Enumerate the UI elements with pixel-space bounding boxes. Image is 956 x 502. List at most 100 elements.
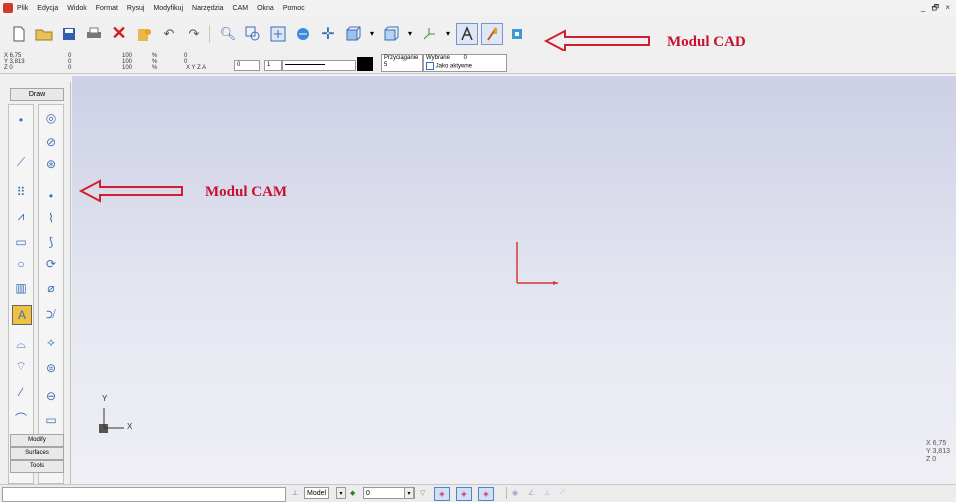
snap-field[interactable]: Przyciąganie 5 — [381, 54, 423, 72]
snap-ortho-icon[interactable]: ◈ — [456, 487, 472, 501]
menu-modify[interactable]: Modyfikuj — [153, 5, 183, 12]
draw-tab[interactable]: Draw — [10, 88, 64, 101]
ucs-x-label: X — [127, 422, 133, 431]
menu-tools[interactable]: Narzędzia — [192, 5, 224, 12]
perpendicular-icon[interactable]: ⊥ — [544, 487, 550, 499]
facing-icon[interactable]: • — [42, 187, 60, 205]
extrude-icon[interactable]: ⌒ — [12, 409, 30, 427]
snap-polar-icon[interactable]: ◈ — [478, 487, 494, 501]
menu-edit[interactable]: Edycja — [37, 5, 58, 12]
property-bar: X 6,75 Y 3,813 Z 0 0 0 0 100 100 100 % %… — [0, 51, 956, 74]
cad-module-icon[interactable] — [456, 22, 478, 45]
post-process-icon[interactable]: ▭ — [42, 411, 60, 429]
shading-dropdown-icon[interactable]: ▾ — [405, 23, 415, 45]
cad-tools-column: • ⟋ ⠿ ⩘ ▭ ○ ▥ A ⌓ ⌔ ∕ ⌒ — [8, 104, 34, 484]
zoom-window-icon[interactable] — [242, 23, 264, 45]
as-active-label: Jako aktywne — [435, 63, 473, 70]
toolpath-icon[interactable]: ⊜ — [42, 359, 60, 377]
rectangle-icon[interactable]: ▭ — [12, 233, 30, 251]
command-line-input[interactable] — [2, 487, 286, 502]
redo-icon[interactable]: ↷ — [183, 23, 205, 45]
paste-icon[interactable] — [133, 23, 155, 45]
shading-icon[interactable] — [380, 23, 402, 45]
contour-icon[interactable]: ⊘ — [42, 133, 60, 151]
main-toolbar: ✕ ↶ ↷ 🔍︎ ✛ ▾ ▾ ▾ — [0, 16, 956, 51]
finishing-icon[interactable]: ⟆ — [42, 233, 60, 251]
menu-file[interactable]: Plik — [17, 5, 28, 12]
menu-view[interactable]: Widok — [67, 5, 86, 12]
as-active-checkbox[interactable] — [426, 62, 434, 70]
line-icon[interactable]: ⟋ — [12, 153, 30, 171]
status-bar: ⊥ Model ▾ ◆ 0 ▾ ▽ ◈ ◈ ◈ ◉ ∠ ⊥ ⟋ — [0, 484, 956, 502]
filter-icon[interactable]: ▽ — [420, 487, 425, 499]
viewport-coord-x: X 6,75 — [925, 440, 947, 447]
model-dropdown-arrow-icon[interactable]: ▾ — [336, 487, 346, 499]
undo-icon[interactable]: ↶ — [158, 23, 180, 45]
cam-module-icon[interactable] — [481, 22, 503, 45]
menu-windows[interactable]: Okna — [257, 5, 274, 12]
pan-icon[interactable]: ✛ — [317, 23, 339, 45]
viewport-coordinates: X 6,75 Y 3,813 Z 0 — [926, 440, 950, 464]
line-type-select[interactable] — [282, 60, 356, 71]
zoom-extents-icon[interactable] — [267, 23, 289, 45]
scale-pct-3[interactable]: 100 — [122, 65, 132, 71]
osnap-icon[interactable]: ◉ — [512, 487, 518, 499]
module-switch-icon[interactable] — [506, 23, 528, 45]
pocket-icon[interactable]: ⊛ — [42, 155, 60, 173]
loft-icon[interactable]: ⌔ — [12, 357, 30, 375]
print-icon[interactable] — [83, 23, 105, 45]
slot-icon[interactable]: ⟉ — [42, 305, 60, 323]
layer-field[interactable]: 0 — [234, 60, 260, 71]
snap-value: 5 — [384, 62, 388, 68]
polyline-icon[interactable]: ⠿ — [12, 183, 30, 201]
spline-icon[interactable]: ⩘ — [12, 207, 30, 225]
model-space-icon[interactable]: ⊥ — [292, 487, 298, 499]
delete-icon[interactable]: ✕ — [108, 23, 130, 45]
tools-tab[interactable]: Tools — [10, 460, 64, 473]
app-logo-icon[interactable] — [3, 3, 13, 13]
rotate-view-icon[interactable] — [292, 23, 314, 45]
window-controls[interactable]: _ 🗗 × — [921, 2, 952, 16]
view-dropdown-icon[interactable]: ▾ — [367, 23, 377, 45]
line-width-select[interactable]: 1 — [264, 60, 282, 71]
angle-icon[interactable]: ∠ — [528, 487, 534, 499]
selected-field[interactable]: Wybrane 0 Jako aktywne — [423, 54, 507, 72]
circle-icon[interactable]: ○ — [12, 255, 30, 273]
ucs-icon[interactable] — [418, 23, 440, 45]
menu-cam[interactable]: CAM — [233, 5, 249, 12]
menu-format[interactable]: Format — [96, 5, 118, 12]
layer-dropdown-arrow-icon[interactable]: ▾ — [404, 487, 414, 499]
sweep-icon[interactable]: ∕ — [12, 383, 30, 401]
rotation-value-2[interactable]: 0 — [184, 53, 187, 59]
zoom-in-icon[interactable]: 🔍︎ — [217, 23, 239, 45]
axis-lock-labels[interactable]: X Y Z A — [186, 65, 206, 71]
modify-tab[interactable]: Modify — [10, 434, 64, 447]
thread-icon[interactable]: ⟡ — [42, 333, 60, 351]
model-dropdown[interactable]: Model — [304, 487, 330, 499]
open-folder-icon[interactable] — [33, 23, 55, 45]
line-weight-3[interactable]: 0 — [68, 65, 71, 71]
new-file-icon[interactable] — [8, 23, 30, 45]
surfaces-tab[interactable]: Surfaces — [10, 447, 64, 460]
tangent-icon[interactable]: ⟋ — [560, 487, 565, 499]
layer-status-icon[interactable]: ◆ — [350, 487, 355, 499]
chamfer-icon[interactable]: ⌀ — [42, 279, 60, 297]
drill-icon[interactable]: ◎ — [42, 109, 60, 127]
menu-draw[interactable]: Rysuj — [127, 5, 145, 12]
hatch-icon[interactable]: ▥ — [12, 279, 30, 297]
roughing-icon[interactable]: ⌇ — [42, 209, 60, 227]
simulate-icon[interactable]: ⊖ — [42, 387, 60, 405]
text-icon[interactable]: A — [12, 305, 32, 325]
snap-grid-icon[interactable]: ◈ — [434, 487, 450, 501]
menu-bar: Plik Edycja Widok Format Rysuj Modyfikuj… — [0, 0, 956, 16]
ucs-dropdown-icon[interactable]: ▾ — [443, 23, 453, 45]
engrave-icon[interactable]: ⟳ — [42, 255, 60, 273]
ucs-y-label: Y — [102, 394, 108, 403]
menu-help[interactable]: Pomoc — [283, 5, 305, 12]
color-swatch[interactable] — [357, 57, 373, 71]
surface-icon[interactable]: ⌓ — [12, 335, 30, 353]
save-icon[interactable] — [58, 23, 80, 45]
point-icon[interactable]: • — [12, 111, 30, 129]
view-cube-icon[interactable] — [342, 23, 364, 45]
drawing-viewport[interactable]: Y X X 6,75 Y 3,813 Z 0 — [72, 76, 956, 484]
